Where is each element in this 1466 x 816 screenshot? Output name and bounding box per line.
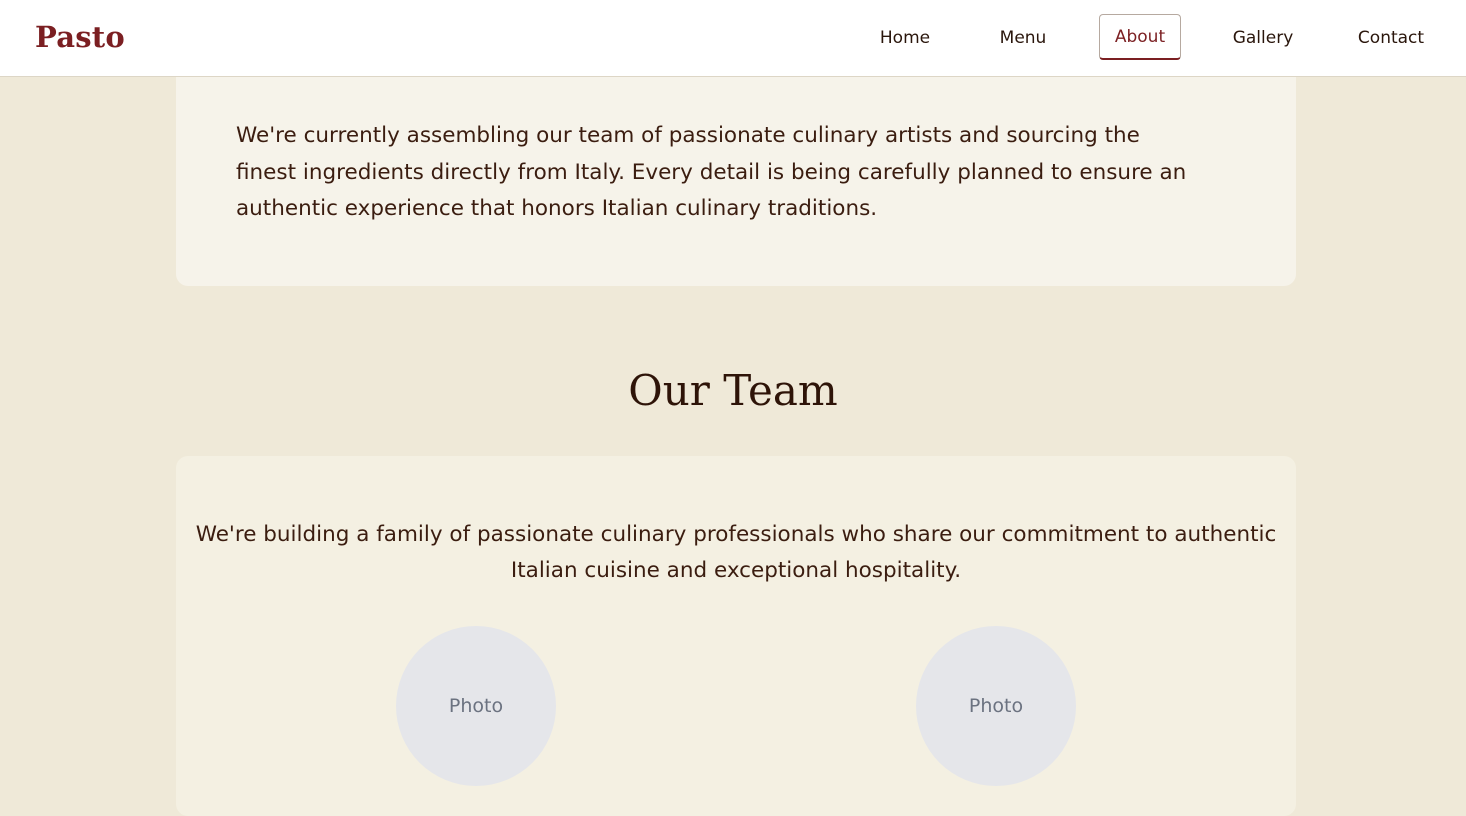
nav-link-menu[interactable]: Menu	[985, 14, 1061, 60]
team-paragraph: We're building a family of passionate cu…	[195, 522, 1277, 583]
nav-link-contact[interactable]: Contact	[1345, 14, 1437, 60]
main-nav: Home Menu About Gallery Contact	[0, 14, 1466, 62]
team-member-photo-placeholder: Photo	[396, 626, 556, 786]
nav-link-home[interactable]: Home	[866, 14, 944, 60]
team-card	[176, 456, 1296, 816]
team-section-title: Our Team	[628, 366, 838, 415]
intro-paragraph: We're currently assembling our team of p…	[236, 123, 1187, 221]
nav-link-gallery[interactable]: Gallery	[1221, 14, 1305, 60]
team-member-photo-placeholder: Photo	[916, 626, 1076, 786]
site-header: Pasto Home Menu About Gallery Contact	[0, 0, 1466, 77]
nav-link-about[interactable]: About	[1099, 14, 1181, 60]
